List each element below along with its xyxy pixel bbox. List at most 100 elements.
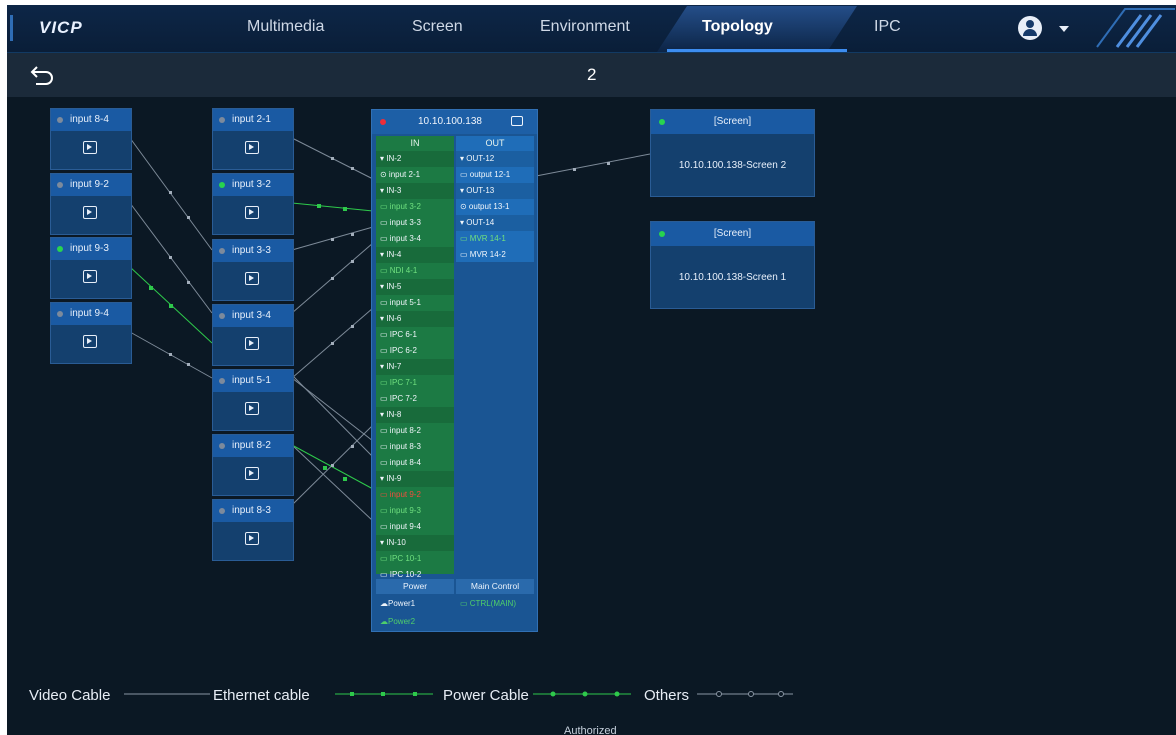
main-control-header: Main Control: [456, 579, 534, 594]
input-node[interactable]: input 9-3: [50, 237, 132, 299]
legend-power: Power Cable: [443, 687, 529, 704]
media-play-icon: [83, 270, 97, 283]
media-play-icon: [245, 206, 259, 219]
port-group-row[interactable]: ▾ IN-8: [376, 407, 454, 423]
power-item-1[interactable]: ☁Power1: [380, 599, 415, 608]
screen-title: [Screen]: [713, 116, 752, 127]
media-play-icon: [245, 467, 259, 480]
port-row[interactable]: ▭ IPC 10-1: [376, 551, 454, 567]
power-header: Power: [376, 579, 454, 594]
port-row[interactable]: ⊙ output 13-1: [456, 199, 534, 215]
port-group-row[interactable]: ▾ IN-7: [376, 359, 454, 375]
input-node[interactable]: input 9-2: [50, 173, 132, 235]
node-header: input 9-3: [51, 238, 131, 260]
port-group-row[interactable]: ▾ IN-3: [376, 183, 454, 199]
node-label: input 8-3: [232, 505, 271, 516]
port-group-row[interactable]: ▾ OUT-13: [456, 183, 534, 199]
exit-icon[interactable]: [511, 116, 523, 126]
port-row[interactable]: ▭ input 9-2: [376, 487, 454, 503]
node-label: input 8-2: [232, 440, 271, 451]
input-node[interactable]: input 3-4: [212, 304, 294, 366]
status-dot: [219, 313, 225, 319]
port-row[interactable]: ⊙ input 2-1: [376, 167, 454, 183]
port-group-row[interactable]: ▾ OUT-12: [456, 151, 534, 167]
input-node[interactable]: input 5-1: [212, 369, 294, 431]
status-dot: [57, 117, 63, 123]
status-dot: [219, 182, 225, 188]
main-control-item[interactable]: ▭ CTRL(MAIN): [460, 599, 516, 608]
node-header: input 9-4: [51, 303, 131, 325]
port-row[interactable]: ▭ input 9-4: [376, 519, 454, 535]
power-item-2[interactable]: ☁Power2: [380, 617, 415, 626]
screen-title: [Screen]: [713, 228, 752, 239]
port-row[interactable]: ▭ input 8-3: [376, 439, 454, 455]
node-header: input 3-4: [213, 305, 293, 327]
input-node[interactable]: input 3-2: [212, 173, 294, 235]
input-node[interactable]: input 8-4: [50, 108, 132, 170]
port-row[interactable]: ▭ output 12-1: [456, 167, 534, 183]
device-ip: 10.10.100.138: [418, 116, 482, 127]
port-group-row[interactable]: ▾ IN-4: [376, 247, 454, 263]
node-header: input 9-2: [51, 174, 131, 196]
status-dot: [57, 311, 63, 317]
node-header: input 8-4: [51, 109, 131, 131]
input-node[interactable]: input 2-1: [212, 108, 294, 170]
port-row[interactable]: ▭ MVR 14-1: [456, 231, 534, 247]
node-label: input 3-2: [232, 179, 271, 190]
port-row[interactable]: ▭ IPC 6-2: [376, 343, 454, 359]
status-dot: [57, 182, 63, 188]
status-dot: [219, 508, 225, 514]
status-dot: [380, 119, 386, 125]
status-dot: [219, 248, 225, 254]
media-play-icon: [245, 402, 259, 415]
status-dot: [219, 117, 225, 123]
input-node[interactable]: input 8-3: [212, 499, 294, 561]
node-label: input 5-1: [232, 375, 271, 386]
port-row[interactable]: ▭ IPC 7-2: [376, 391, 454, 407]
screen-node[interactable]: [Screen] 10.10.100.138-Screen 2: [650, 109, 815, 197]
port-group-row[interactable]: ▾ IN-10: [376, 535, 454, 551]
node-label: input 9-4: [70, 308, 109, 319]
node-label: input 3-4: [232, 310, 271, 321]
media-play-icon: [245, 337, 259, 350]
port-row[interactable]: ▭ input 3-3: [376, 215, 454, 231]
port-row[interactable]: ▭ input 5-1: [376, 295, 454, 311]
main-control-label: CTRL(MAIN): [469, 599, 516, 608]
screen-name: 10.10.100.138-Screen 2: [678, 160, 787, 171]
in-header: IN: [410, 138, 420, 148]
node-header: input 8-2: [213, 435, 293, 457]
screen-node[interactable]: [Screen] 10.10.100.138-Screen 1: [650, 221, 815, 309]
node-header: input 8-3: [213, 500, 293, 522]
port-row[interactable]: ▭ input 3-2: [376, 199, 454, 215]
device-node[interactable]: 10.10.100.138 IN ▾ IN-2 ⊙ input 2-1 ▾ IN-3…: [371, 109, 538, 632]
node-label: input 2-1: [232, 114, 271, 125]
input-node[interactable]: input 9-4: [50, 302, 132, 364]
port-row[interactable]: ▭ MVR 14-2: [456, 247, 534, 263]
port-group-row[interactable]: ▾ OUT-14: [456, 215, 534, 231]
in-port-column: IN ▾ IN-2 ⊙ input 2-1 ▾ IN-3 ▭ input 3-2 ▭ i…: [376, 136, 454, 579]
port-group-row[interactable]: ▾ IN-5: [376, 279, 454, 295]
port-row[interactable]: ▭ IPC 7-1: [376, 375, 454, 391]
media-play-icon: [83, 206, 97, 219]
input-node[interactable]: input 3-3: [212, 239, 294, 301]
port-row[interactable]: ▭ input 8-4: [376, 455, 454, 471]
power-label: Power1: [388, 599, 416, 608]
port-row[interactable]: ▭ input 8-2: [376, 423, 454, 439]
input-node[interactable]: input 8-2: [212, 434, 294, 496]
port-row[interactable]: ▭ IPC 6-1: [376, 327, 454, 343]
media-play-icon: [245, 532, 259, 545]
media-play-icon: [83, 141, 97, 154]
screen-name: 10.10.100.138-Screen 1: [678, 272, 787, 283]
port-group-row[interactable]: ▾ IN-6: [376, 311, 454, 327]
screen-header: [Screen]: [651, 222, 814, 246]
legend-ethernet: Ethernet cable: [213, 687, 310, 704]
port-row[interactable]: ▭ NDI 4-1: [376, 263, 454, 279]
power-cable-sample: [533, 691, 631, 697]
footer-status: Authorized: [564, 725, 617, 735]
node-header: input 2-1: [213, 109, 293, 131]
port-row[interactable]: ▭ input 9-3: [376, 503, 454, 519]
port-row[interactable]: ▭ input 3-4: [376, 231, 454, 247]
port-group-row[interactable]: ▾ IN-2: [376, 151, 454, 167]
media-play-icon: [245, 141, 259, 154]
port-group-row[interactable]: ▾ IN-9: [376, 471, 454, 487]
